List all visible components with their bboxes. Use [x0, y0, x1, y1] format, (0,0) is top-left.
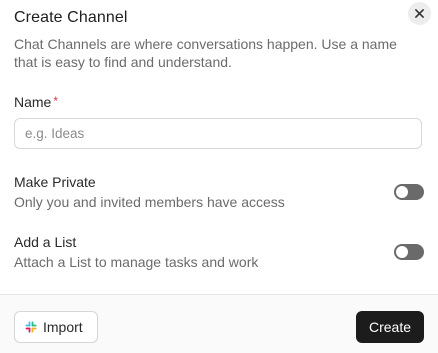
- add-list-description: Attach a List to manage tasks and work: [14, 254, 259, 270]
- name-label-text: Name: [14, 94, 52, 110]
- slack-icon: [25, 321, 37, 333]
- make-private-toggle[interactable]: [394, 184, 424, 200]
- add-list-toggle[interactable]: [394, 244, 424, 260]
- create-channel-dialog: Create Channel Chat Channels are where c…: [0, 0, 438, 353]
- toggle-knob: [396, 186, 408, 198]
- import-button-label: Import: [43, 319, 83, 335]
- toggle-knob: [396, 246, 408, 258]
- channel-name-input[interactable]: [14, 118, 422, 149]
- add-list-title: Add a List: [14, 234, 77, 250]
- create-button[interactable]: Create: [356, 311, 424, 343]
- close-button[interactable]: [408, 2, 431, 25]
- dialog-title: Create Channel: [14, 9, 128, 26]
- dialog-subtitle: Chat Channels are where conversations ha…: [14, 36, 397, 70]
- required-mark: *: [53, 94, 59, 108]
- import-button[interactable]: Import: [14, 311, 98, 343]
- make-private-description: Only you and invited members have access: [14, 194, 285, 210]
- close-icon: [415, 9, 424, 18]
- make-private-title: Make Private: [14, 174, 96, 190]
- name-label: Name *: [14, 94, 58, 110]
- footer-divider: [0, 294, 438, 295]
